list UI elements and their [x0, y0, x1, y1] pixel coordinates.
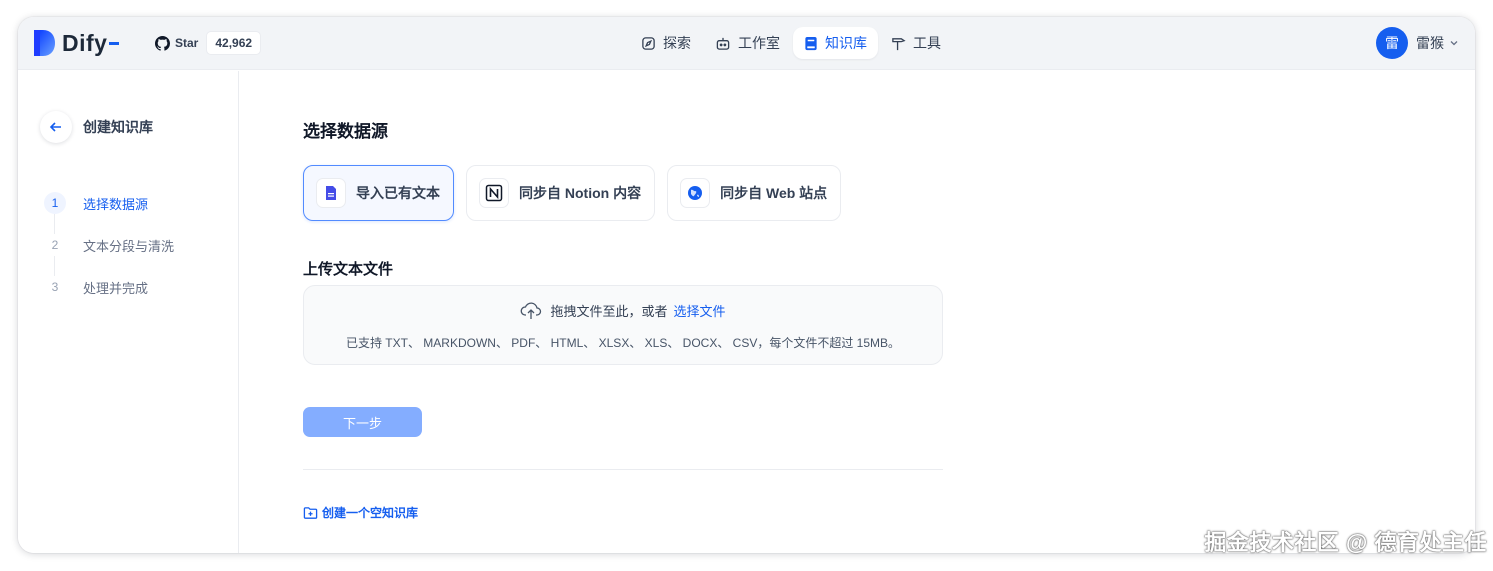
source-web[interactable]: 同步自 Web 站点 — [667, 165, 842, 221]
star-count[interactable]: 42,962 — [206, 31, 262, 55]
arrow-left-icon — [49, 122, 61, 132]
nav-knowledge-label: 知识库 — [825, 35, 867, 51]
choose-file-link[interactable]: 选择文件 — [674, 301, 726, 320]
nav-tools[interactable]: 工具 — [880, 27, 952, 59]
web-icon — [680, 178, 711, 208]
step-number: 3 — [44, 276, 66, 298]
app-name: Dify — [62, 29, 108, 56]
dropzone-hint: 已支持 TXT、 MARKDOWN、 PDF、 HTML、 XLSX、 XLS、… — [345, 336, 901, 350]
main-content: 选择数据源 导入已有文本 同步自 Notion 内容 同步自 Web 站点 上传… — [303, 71, 1403, 553]
chevron-down-icon[interactable] — [1449, 38, 1459, 48]
upload-cloud-icon — [520, 302, 542, 320]
step-item: 1 选择数据源 — [44, 192, 174, 234]
user-menu[interactable]: 雷 雷猴 — [1376, 27, 1459, 59]
upload-section-title: 上传文本文件 — [303, 261, 394, 278]
divider — [303, 469, 943, 470]
github-star-widget[interactable]: Star 42,962 — [151, 31, 262, 55]
dify-logo-mark-icon — [34, 30, 55, 56]
nav-tools-label: 工具 — [913, 35, 941, 51]
step-number: 1 — [44, 192, 66, 214]
avatar[interactable]: 雷 — [1376, 27, 1408, 59]
step-connector — [54, 256, 55, 276]
source-label: 同步自 Notion 内容 — [519, 185, 642, 201]
step-connector — [54, 214, 55, 234]
logo-underscore — [109, 41, 120, 45]
watermark: 掘金技术社区 @ 德育处主任 — [1204, 530, 1487, 555]
step-list: 1 选择数据源 2 文本分段与清洗 3 处理并完成 — [44, 192, 174, 318]
steps-sidebar: 创建知识库 1 选择数据源 2 文本分段与清洗 3 处理并完成 — [18, 71, 239, 553]
top-header: Dify Star 42,962 探索 工作室 知识库 工具 雷 雷猴 — [18, 17, 1475, 70]
step-number: 2 — [44, 234, 66, 256]
nav-knowledge[interactable]: 知识库 — [793, 27, 878, 59]
folder-plus-icon — [303, 506, 318, 520]
source-label: 导入已有文本 — [356, 185, 440, 201]
main-nav: 探索 工作室 知识库 工具 — [630, 27, 954, 59]
file-icon — [316, 178, 346, 208]
step-label: 文本分段与清洗 — [83, 238, 175, 254]
dify-logo[interactable]: Dify — [32, 29, 120, 57]
robot-icon — [715, 36, 731, 51]
notion-icon — [479, 178, 509, 208]
nav-studio[interactable]: 工作室 — [704, 27, 791, 59]
page-title: 选择数据源 — [303, 122, 388, 141]
step-label: 处理并完成 — [83, 280, 149, 296]
next-step-button[interactable]: 下一步 — [303, 407, 422, 437]
book-icon — [804, 36, 818, 51]
source-notion[interactable]: 同步自 Notion 内容 — [466, 165, 656, 221]
step-item: 2 文本分段与清洗 — [44, 234, 175, 276]
create-empty-knowledge-link[interactable]: 创建一个空知识库 — [303, 504, 418, 521]
data-source-options: 导入已有文本 同步自 Notion 内容 同步自 Web 站点 — [303, 165, 853, 221]
github-star-button[interactable]: Star — [151, 35, 202, 51]
sidebar-title: 创建知识库 — [83, 119, 153, 135]
dropzone-prompt-row: 拖拽文件至此，或者 选择文件 — [304, 301, 942, 320]
back-button[interactable] — [40, 111, 72, 143]
step-label: 选择数据源 — [83, 196, 149, 212]
sidebar-header: 创建知识库 — [40, 111, 153, 143]
nav-studio-label: 工作室 — [738, 35, 780, 51]
user-name[interactable]: 雷猴 — [1416, 33, 1444, 53]
file-dropzone[interactable]: 拖拽文件至此，或者 选择文件 已支持 TXT、 MARKDOWN、 PDF、 H… — [303, 285, 943, 365]
star-label: Star — [175, 36, 199, 50]
explore-icon — [641, 36, 656, 51]
hammer-icon — [891, 36, 906, 51]
dropzone-prompt: 拖拽文件至此，或者 — [550, 304, 668, 319]
source-import-text[interactable]: 导入已有文本 — [303, 165, 454, 221]
source-label: 同步自 Web 站点 — [720, 185, 828, 201]
nav-explore[interactable]: 探索 — [630, 27, 702, 59]
step-item: 3 处理并完成 — [44, 276, 174, 298]
github-icon — [155, 35, 170, 51]
create-empty-label: 创建一个空知识库 — [322, 506, 419, 520]
app-window: Dify Star 42,962 探索 工作室 知识库 工具 雷 雷猴 创建知识… — [18, 17, 1475, 553]
nav-explore-label: 探索 — [663, 35, 691, 51]
